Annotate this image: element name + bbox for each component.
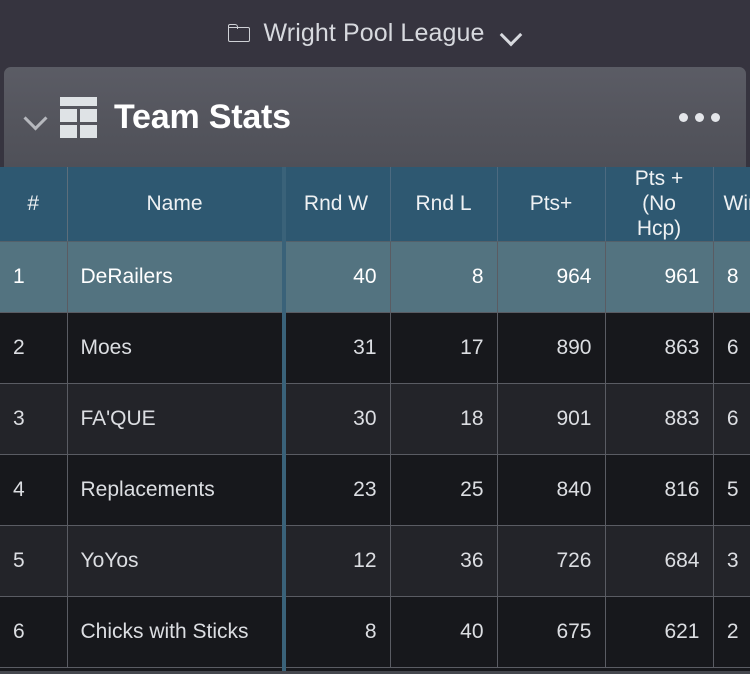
cell-pts-no-hcp[interactable]: 863 [605, 312, 714, 385]
cell-rnd-w[interactable]: 12 [282, 525, 391, 598]
column-header-rnd-l[interactable]: Rnd L [390, 167, 498, 243]
column-header-index[interactable]: # [0, 167, 68, 243]
table-row[interactable]: 3 FA'QUE 30 18 901 883 6 [0, 383, 750, 456]
cell-name[interactable]: Chicks with Sticks [67, 596, 283, 669]
cell-wins[interactable]: 6 [713, 312, 750, 385]
chevron-down-icon[interactable] [500, 23, 522, 45]
cell-name[interactable]: FA'QUE [67, 383, 283, 456]
cell-pts[interactable]: 890 [497, 312, 606, 385]
cell-pts-no-hcp[interactable]: 816 [605, 454, 714, 527]
cell-wins[interactable]: 2 [713, 596, 750, 669]
table-row[interactable]: 2 Moes 31 17 890 863 6 [0, 312, 750, 385]
table-row[interactable]: 4 Replacements 23 25 840 816 5 [0, 454, 750, 527]
workspace-title[interactable]: Wright Pool League [264, 19, 485, 48]
collapse-chevron-down-icon[interactable] [18, 100, 52, 134]
team-stats-panel-header: Team Stats [4, 67, 746, 167]
column-header-name[interactable]: Name [67, 167, 283, 243]
column-header-pts[interactable]: Pts+ [497, 167, 606, 243]
cell-pts-no-hcp[interactable]: 621 [605, 596, 714, 669]
cell-pts[interactable]: 901 [497, 383, 606, 456]
cell-name[interactable]: DeRailers [67, 241, 283, 314]
column-header-pts-no-hcp[interactable]: Pts + (No Hcp) [605, 167, 714, 243]
team-stats-table-container: # Name Rnd W Rnd L Pts+ Pts + (No Hcp) W… [0, 167, 750, 674]
cell-index[interactable]: 6 [0, 596, 68, 669]
table-row[interactable]: 5 YoYos 12 36 726 684 3 [0, 525, 750, 598]
cell-rnd-w[interactable]: 40 [282, 241, 391, 314]
cell-index[interactable]: 4 [0, 454, 68, 527]
cell-name[interactable]: YoYos [67, 525, 283, 598]
team-stats-table: # Name Rnd W Rnd L Pts+ Pts + (No Hcp) W… [0, 167, 750, 669]
cell-pts[interactable]: 675 [497, 596, 606, 669]
cell-index[interactable]: 1 [0, 241, 68, 314]
cell-index[interactable]: 2 [0, 312, 68, 385]
cell-index[interactable]: 3 [0, 383, 68, 456]
cell-name[interactable]: Replacements [67, 454, 283, 527]
column-header-rnd-w[interactable]: Rnd W [282, 167, 391, 243]
panel-title: Team Stats [114, 97, 291, 136]
cell-rnd-l[interactable]: 36 [390, 525, 498, 598]
cell-pts[interactable]: 964 [497, 241, 606, 314]
cell-wins[interactable]: 6 [713, 383, 750, 456]
table-row[interactable]: 1 DeRailers 40 8 964 961 8 [0, 241, 750, 314]
cell-rnd-l[interactable]: 25 [390, 454, 498, 527]
ellipsis-icon[interactable] [675, 103, 724, 132]
cell-rnd-l[interactable]: 17 [390, 312, 498, 385]
folder-icon [227, 24, 252, 43]
table-header: # Name Rnd W Rnd L Pts+ Pts + (No Hcp) W… [0, 167, 750, 243]
cell-rnd-w[interactable]: 23 [282, 454, 391, 527]
cell-rnd-l[interactable]: 8 [390, 241, 498, 314]
cell-wins[interactable]: 5 [713, 454, 750, 527]
table-header-row: # Name Rnd W Rnd L Pts+ Pts + (No Hcp) W… [0, 167, 750, 243]
cell-pts[interactable]: 726 [497, 525, 606, 598]
cell-pts-no-hcp[interactable]: 883 [605, 383, 714, 456]
column-header-wins[interactable]: Win [713, 167, 750, 243]
cell-name[interactable]: Moes [67, 312, 283, 385]
table-grid-icon [60, 97, 100, 138]
cell-rnd-w[interactable]: 31 [282, 312, 391, 385]
table-body: 1 DeRailers 40 8 964 961 8 2 Moes 31 17 890 863 6 3 FA'… [0, 241, 750, 669]
cell-rnd-l[interactable]: 40 [390, 596, 498, 669]
table-row[interactable]: 6 Chicks with Sticks 8 40 675 621 2 [0, 596, 750, 669]
cell-rnd-l[interactable]: 18 [390, 383, 498, 456]
cell-index[interactable]: 5 [0, 525, 68, 598]
cell-pts[interactable]: 840 [497, 454, 606, 527]
cell-wins[interactable]: 3 [713, 525, 750, 598]
cell-pts-no-hcp[interactable]: 961 [605, 241, 714, 314]
cell-pts-no-hcp[interactable]: 684 [605, 525, 714, 598]
workspace-topbar: Wright Pool League [0, 0, 750, 67]
cell-rnd-w[interactable]: 8 [282, 596, 391, 669]
cell-wins[interactable]: 8 [713, 241, 750, 314]
cell-rnd-w[interactable]: 30 [282, 383, 391, 456]
